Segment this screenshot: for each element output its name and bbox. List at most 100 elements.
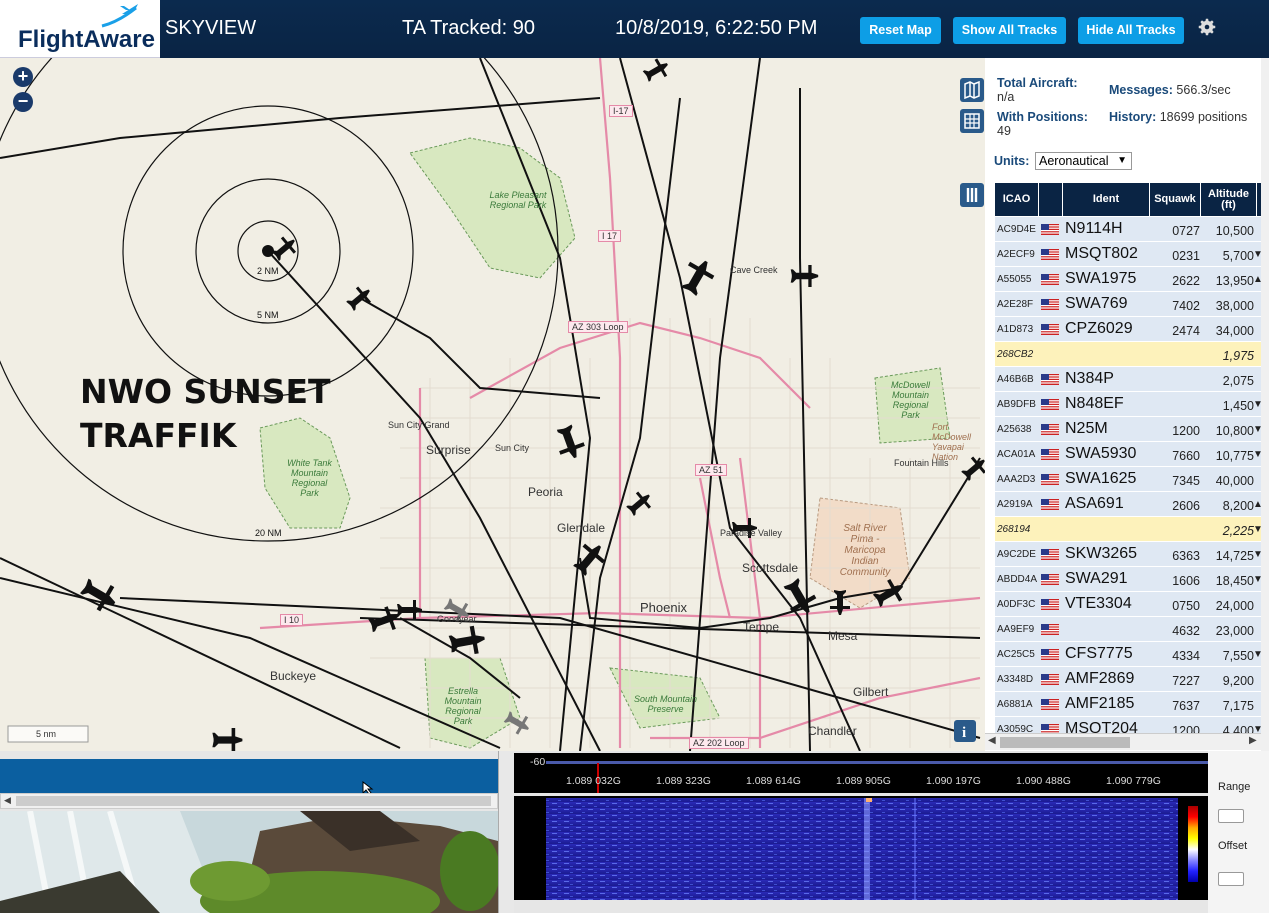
table-row[interactable]: A9C2DE SKW3265 6363 14,725 ▼	[995, 542, 1263, 567]
us-flag-icon	[1041, 674, 1059, 685]
cell-ident: SKW3265	[1065, 545, 1138, 562]
cell-ident: MSQT802	[1065, 245, 1138, 262]
map-place-label: Buckeye	[270, 669, 317, 683]
cell-icao: A3348D	[997, 674, 1034, 685]
datetime: 10/8/2019, 6:22:50 PM	[615, 17, 818, 39]
cell-icao: 268194	[997, 524, 1031, 535]
col-icao[interactable]: ICAO	[995, 183, 1039, 216]
col-flag[interactable]	[1039, 183, 1063, 216]
history-label: History:	[1109, 110, 1157, 124]
us-flag-icon	[1041, 649, 1059, 660]
cell-squawk: 2622	[1172, 274, 1200, 288]
app-title: SKYVIEW	[165, 17, 257, 39]
table-scrollbar[interactable]: ◀ ▶	[985, 733, 1261, 750]
table-row[interactable]: A46B6B N384P 2,075	[995, 367, 1261, 392]
table-row[interactable]: A25638 N25M 1200 10,800 ▼	[995, 417, 1263, 442]
table-row[interactable]: A2E28F SWA769 7402 38,000	[995, 292, 1261, 317]
table-row[interactable]: 268194 2,225 ▼	[995, 517, 1263, 542]
table-row[interactable]: A55055 SWA1975 2622 13,950 ▲	[995, 267, 1263, 292]
zoom-in-button[interactable]: +	[13, 67, 33, 87]
ring-label-5nm: 5 NM	[257, 310, 279, 320]
table-row[interactable]: 268CB2 1,975	[995, 342, 1261, 367]
cell-squawk: 0750	[1172, 599, 1200, 613]
col-ident[interactable]: Ident	[1063, 183, 1150, 216]
map-place-label: Salt River Pima - Maricopa Indian Commun…	[839, 523, 891, 578]
gear-icon[interactable]	[1196, 16, 1218, 38]
scroll-right-icon[interactable]: ▶	[1249, 735, 1257, 746]
map-place-label: I-17	[609, 105, 633, 117]
cell-icao: A2ECF9	[997, 249, 1035, 260]
offset-slider[interactable]	[1218, 872, 1244, 886]
table-row[interactable]: AC9D4E N9114H 0727 10,500	[995, 217, 1261, 242]
units-select[interactable]: Aeronautical ▼	[1035, 152, 1132, 170]
map-layers-icon[interactable]	[960, 78, 984, 102]
us-flag-icon	[1041, 574, 1059, 585]
us-flag-icon	[1041, 449, 1059, 460]
table-row[interactable]: AC25C5 CFS7775 4334 7,550 ▼	[995, 642, 1263, 667]
col-squawk[interactable]: Squawk	[1150, 183, 1201, 216]
right-controls	[1208, 751, 1269, 913]
map-place-label: McDowell Mountain Regional Park	[890, 380, 930, 420]
waterfall-display[interactable]	[514, 796, 1208, 900]
table-row[interactable]: A2ECF9 MSQT802 0231 5,700 ▼	[995, 242, 1263, 267]
cell-icao: A0DF3C	[997, 599, 1036, 610]
table-row[interactable]: ACA01A SWA5930 7660 10,775 ▼	[995, 442, 1263, 467]
scroll-left-icon[interactable]: ◀	[4, 795, 11, 806]
cell-squawk: 4334	[1172, 649, 1200, 663]
overlay-line2: TRAFFIK	[80, 416, 237, 455]
ring-label-2nm: 2 NM	[257, 266, 279, 276]
pane-divider[interactable]	[498, 751, 514, 913]
cell-altitude: 34,000	[1215, 324, 1254, 338]
cell-icao: A2919A	[997, 499, 1033, 510]
grid-icon[interactable]	[960, 109, 984, 133]
scrollbar-thumb[interactable]	[16, 796, 491, 806]
us-flag-icon	[1041, 624, 1059, 635]
table-row[interactable]: AB9DFB N848EF 1,450 ▼	[995, 392, 1263, 417]
cell-altitude: 7,175	[1222, 699, 1254, 713]
cell-altitude: 5,700	[1222, 249, 1254, 263]
info-icon[interactable]: i	[954, 720, 976, 742]
wallpaper-image	[0, 811, 498, 913]
cell-ident: N384P	[1065, 370, 1114, 387]
cell-altitude: 14,725	[1215, 549, 1254, 563]
us-flag-icon	[1041, 474, 1059, 485]
table-row[interactable]: A6881A AMF2185 7637 7,175	[995, 692, 1261, 717]
scrollbar-thumb[interactable]	[1000, 737, 1130, 748]
table-row[interactable]: A1D873 CPZ6029 2474 34,000	[995, 317, 1261, 342]
map-place-label: Scottsdale	[742, 561, 799, 575]
show-all-tracks-button[interactable]: Show All Tracks	[953, 17, 1066, 44]
table-row[interactable]: A3348D AMF2869 7227 9,200	[995, 667, 1261, 692]
left-pane-scrollbar[interactable]: ◀	[0, 793, 498, 809]
panel-vscrollbar[interactable]	[1261, 58, 1269, 751]
table-row[interactable]: A2919A ASA691 2606 8,200 ▲	[995, 492, 1263, 517]
color-scale	[1188, 806, 1198, 882]
cell-altitude: 7,550	[1222, 649, 1254, 663]
cell-icao: A1D873	[997, 324, 1034, 335]
flightaware-logo[interactable]: FlightAware	[0, 0, 160, 58]
map-place-label: I 17	[598, 230, 622, 242]
scroll-left-icon[interactable]: ◀	[988, 735, 996, 746]
map-place-label: White Tank Mountain Regional Park	[287, 458, 332, 498]
logo-plane-icon	[101, 4, 138, 28]
map-place-label: Sun City Grand	[388, 420, 450, 430]
cell-squawk: 1200	[1172, 424, 1200, 438]
with-positions-stat: With Positions: 49	[997, 110, 1107, 138]
us-flag-icon	[1041, 274, 1059, 285]
table-row[interactable]: AAA2D3 SWA1625 7345 40,000	[995, 467, 1261, 492]
table-row[interactable]: ABDD4A SWA291 1606 18,450 ▼	[995, 567, 1263, 592]
cell-icao: A46B6B	[997, 374, 1034, 385]
range-slider[interactable]	[1218, 809, 1244, 823]
cell-squawk: 7227	[1172, 674, 1200, 688]
col-altitude[interactable]: Altitude (ft)	[1201, 183, 1257, 216]
hide-all-tracks-button[interactable]: Hide All Tracks	[1078, 17, 1184, 44]
table-header: ICAO Ident Squawk Altitude (ft)	[995, 183, 1261, 216]
history-stat: History: 18699 positions	[1109, 110, 1259, 124]
map-view[interactable]: NWO SUNSET TRAFFIK 2 NM 5 NM 20 NM Lake …	[0, 58, 985, 751]
zoom-out-button[interactable]: −	[13, 92, 33, 112]
table-row[interactable]: A0DF3C VTE3304 0750 24,000	[995, 592, 1261, 617]
reset-map-button[interactable]: Reset Map	[860, 17, 941, 44]
cell-icao: AC9D4E	[997, 224, 1036, 235]
table-row[interactable]: AA9EF9 4632 23,000	[995, 617, 1261, 642]
columns-icon[interactable]	[960, 183, 984, 207]
cell-squawk: 7660	[1172, 449, 1200, 463]
